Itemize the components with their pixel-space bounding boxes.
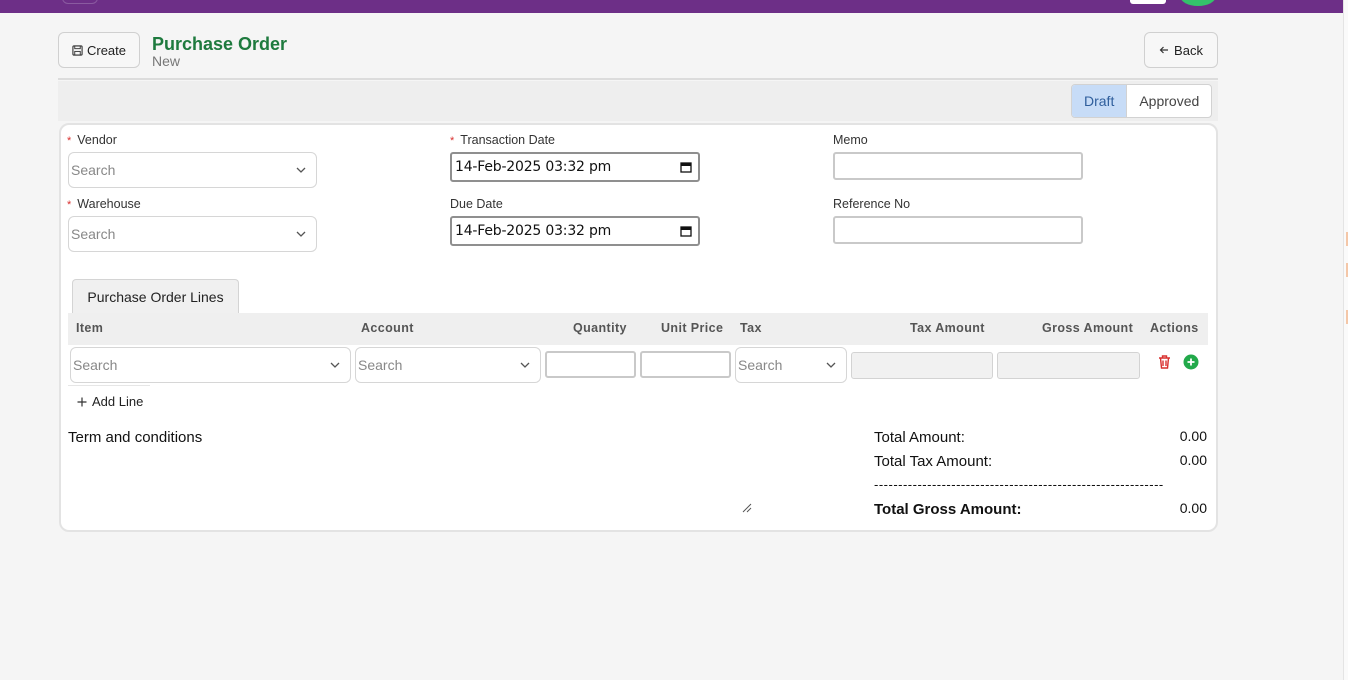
vendor-select[interactable]: Search (68, 152, 317, 188)
chevron-down-icon (520, 362, 530, 368)
warehouse-label-text: Warehouse (77, 197, 141, 211)
line-quantity-input[interactable] (545, 351, 636, 378)
create-button[interactable]: Create (58, 32, 140, 68)
right-edge-strip (1343, 0, 1348, 680)
back-button-label: Back (1174, 42, 1203, 58)
due-date-label: Due Date (450, 197, 503, 211)
status-approved[interactable]: Approved (1127, 85, 1211, 117)
user-avatar[interactable] (1180, 0, 1216, 6)
column-tax: Tax (740, 321, 762, 335)
line-account-select[interactable]: Search (355, 347, 541, 383)
terms-label: Term and conditions (68, 429, 203, 446)
due-date-value: 14-Feb-2025 03:32 pm (455, 223, 612, 239)
vendor-label-text: Vendor (77, 133, 117, 147)
warehouse-select[interactable]: Search (68, 216, 317, 252)
trash-icon[interactable] (1157, 354, 1172, 370)
line-tax-placeholder: Search (738, 357, 783, 373)
header-divider (58, 78, 1218, 80)
total-tax-value: 0.00 (1179, 452, 1207, 468)
column-quantity: Quantity (573, 321, 627, 335)
top-bar-badge[interactable] (1130, 0, 1166, 4)
menu-button-edge[interactable] (62, 0, 98, 4)
status-draft[interactable]: Draft (1072, 85, 1128, 117)
create-button-label: Create (86, 42, 127, 58)
chevron-down-icon (330, 362, 340, 368)
transaction-date-label: * Transaction Date (450, 133, 555, 147)
vendor-placeholder: Search (71, 162, 116, 178)
status-band (58, 81, 1218, 121)
page-title: Purchase Order (152, 34, 288, 54)
warehouse-placeholder: Search (71, 226, 116, 242)
transaction-date-input[interactable]: 14-Feb-2025 03:32 pm (450, 152, 700, 182)
line-item-select[interactable]: Search (70, 347, 351, 383)
required-mark: * (67, 135, 72, 147)
add-line-label: Add Line (92, 394, 144, 409)
resize-handle-icon[interactable] (740, 503, 752, 513)
chevron-down-icon (296, 231, 306, 237)
calendar-icon[interactable] (680, 225, 692, 237)
column-account: Account (361, 321, 414, 335)
save-icon (72, 44, 83, 56)
total-amount-label: Total Amount: (874, 429, 965, 446)
tab-purchase-order-lines[interactable]: Purchase Order Lines (72, 279, 239, 313)
arrow-left-icon (1159, 46, 1169, 54)
line-tax-select[interactable]: Search (735, 347, 847, 383)
total-amount-value: 0.00 (1179, 428, 1207, 444)
back-button[interactable]: Back (1144, 32, 1218, 68)
app-top-bar (0, 0, 1343, 13)
calendar-icon[interactable] (680, 161, 692, 173)
warehouse-label: * Warehouse (67, 197, 141, 211)
transaction-date-label-text: Transaction Date (460, 133, 556, 147)
required-mark: * (450, 135, 455, 147)
page-subtitle: New (152, 53, 181, 69)
gross-total-value: 0.00 (1179, 500, 1207, 516)
add-line-divider (68, 385, 150, 386)
totals-separator: ----------------------------------------… (874, 477, 1164, 492)
column-gross-amount: Gross Amount (1042, 321, 1134, 335)
gross-total-label: Total Gross Amount: (874, 501, 1022, 518)
column-item: Item (76, 321, 104, 335)
reference-no-input[interactable] (833, 216, 1083, 244)
column-unit-price: Unit Price (661, 321, 724, 335)
line-tax-amount (851, 352, 993, 379)
memo-input[interactable] (833, 152, 1083, 180)
column-actions: Actions (1150, 321, 1199, 335)
line-gross-amount (997, 352, 1140, 379)
total-tax-label: Total Tax Amount: (874, 453, 993, 470)
reference-no-label: Reference No (833, 197, 911, 211)
lines-table-header (68, 313, 1208, 345)
line-item-placeholder: Search (73, 357, 118, 373)
due-date-input[interactable]: 14-Feb-2025 03:32 pm (450, 216, 700, 246)
status-toggle: Draft Approved (1071, 84, 1213, 118)
chevron-down-icon (826, 362, 836, 368)
line-account-placeholder: Search (358, 357, 403, 373)
chevron-down-icon (296, 167, 306, 173)
column-tax-amount: Tax Amount (910, 321, 985, 335)
vendor-label: * Vendor (67, 133, 117, 147)
memo-label: Memo (833, 133, 868, 147)
required-mark: * (67, 199, 72, 211)
line-unit-price-input[interactable] (640, 351, 731, 378)
transaction-date-value: 14-Feb-2025 03:32 pm (455, 159, 612, 175)
plus-icon (77, 397, 87, 406)
add-line-button[interactable]: Add Line (77, 394, 143, 409)
add-circle-icon[interactable] (1183, 354, 1199, 370)
